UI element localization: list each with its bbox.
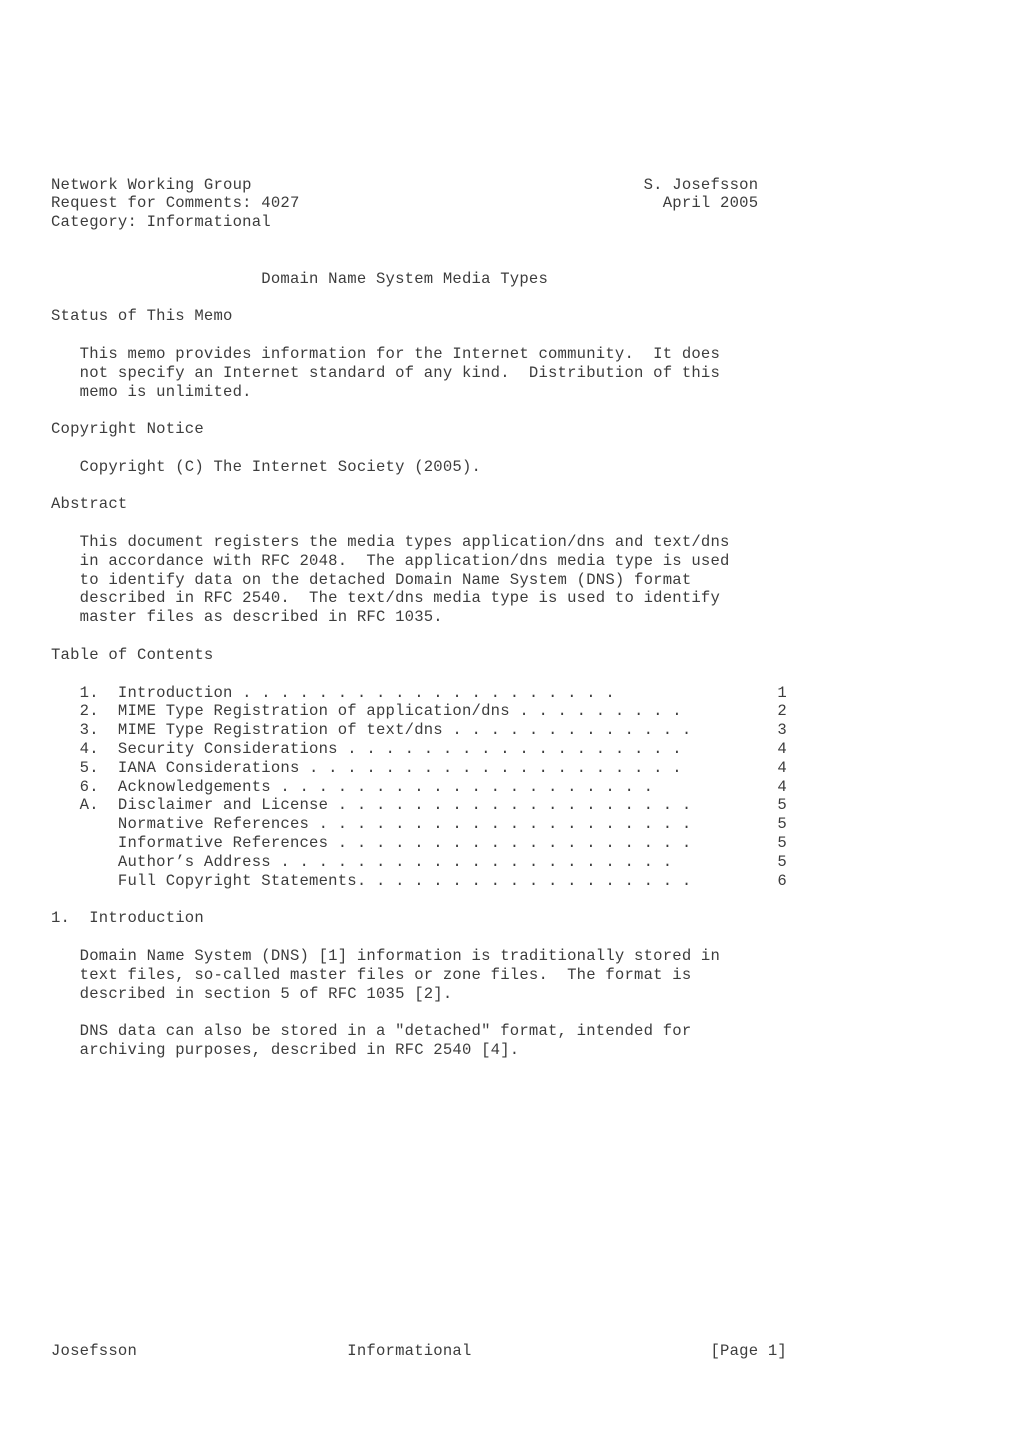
- text-line: master files as described in RFC 1035.: [79, 608, 443, 627]
- text-line: memo is unlimited.: [79, 382, 252, 401]
- text-line: A. Disclaimer and License . . . . . . . …: [79, 796, 787, 815]
- text-line: DNS data can also be stored in a "detach…: [79, 1022, 692, 1041]
- text-line: 3. MIME Type Registration of text/dns . …: [79, 721, 787, 740]
- text-line: Copyright Notice: [51, 420, 204, 439]
- text-line: 5. IANA Considerations . . . . . . . . .…: [79, 758, 787, 777]
- text-line: 4. Security Considerations . . . . . . .…: [79, 739, 787, 758]
- rfc-plaintext-body: Network Working Group S. Josefsson Reque…: [51, 176, 951, 1361]
- text-line: Request for Comments: 4027 April 2005: [51, 194, 759, 213]
- text-line: to identify data on the detached Domain …: [79, 570, 692, 589]
- text-line: 2. MIME Type Registration of application…: [79, 702, 787, 721]
- text-line: Author’s Address . . . . . . . . . . . .…: [117, 852, 787, 871]
- text-line: Abstract: [51, 495, 128, 514]
- text-line: described in section 5 of RFC 1035 [2].: [79, 984, 453, 1003]
- text-line: This memo provides information for the I…: [79, 344, 721, 363]
- text-line: Informative References . . . . . . . . .…: [117, 834, 787, 853]
- text-line: Network Working Group S. Josefsson: [51, 175, 759, 194]
- text-line: archiving purposes, described in RFC 254…: [79, 1040, 520, 1059]
- text-line: Josefsson Informational [Page 1]: [51, 1341, 787, 1360]
- text-line: 1. Introduction: [51, 909, 204, 928]
- text-line: Category: Informational: [51, 213, 271, 232]
- text-line: text files, so-called master files or zo…: [79, 965, 692, 984]
- text-line: Domain Name System (DNS) [1] information…: [79, 946, 721, 965]
- text-line: Table of Contents: [51, 645, 214, 664]
- text-line: This document registers the media types …: [79, 533, 730, 552]
- text-line: Status of This Memo: [51, 307, 233, 326]
- text-line: in accordance with RFC 2048. The applica…: [79, 551, 730, 570]
- document-page: Network Working Group S. Josefsson Reque…: [0, 0, 1020, 1443]
- text-line: Full Copyright Statements. . . . . . . .…: [117, 871, 787, 890]
- text-line: described in RFC 2540. The text/dns medi…: [79, 589, 721, 608]
- text-line: not specify an Internet standard of any …: [79, 363, 721, 382]
- text-line: Domain Name System Media Types: [261, 269, 549, 288]
- text-line: Copyright (C) The Internet Society (2005…: [79, 457, 482, 476]
- text-line: 1. Introduction . . . . . . . . . . . . …: [79, 683, 787, 702]
- text-line: Normative References . . . . . . . . . .…: [117, 815, 787, 834]
- text-line: 6. Acknowledgements . . . . . . . . . . …: [79, 777, 787, 796]
